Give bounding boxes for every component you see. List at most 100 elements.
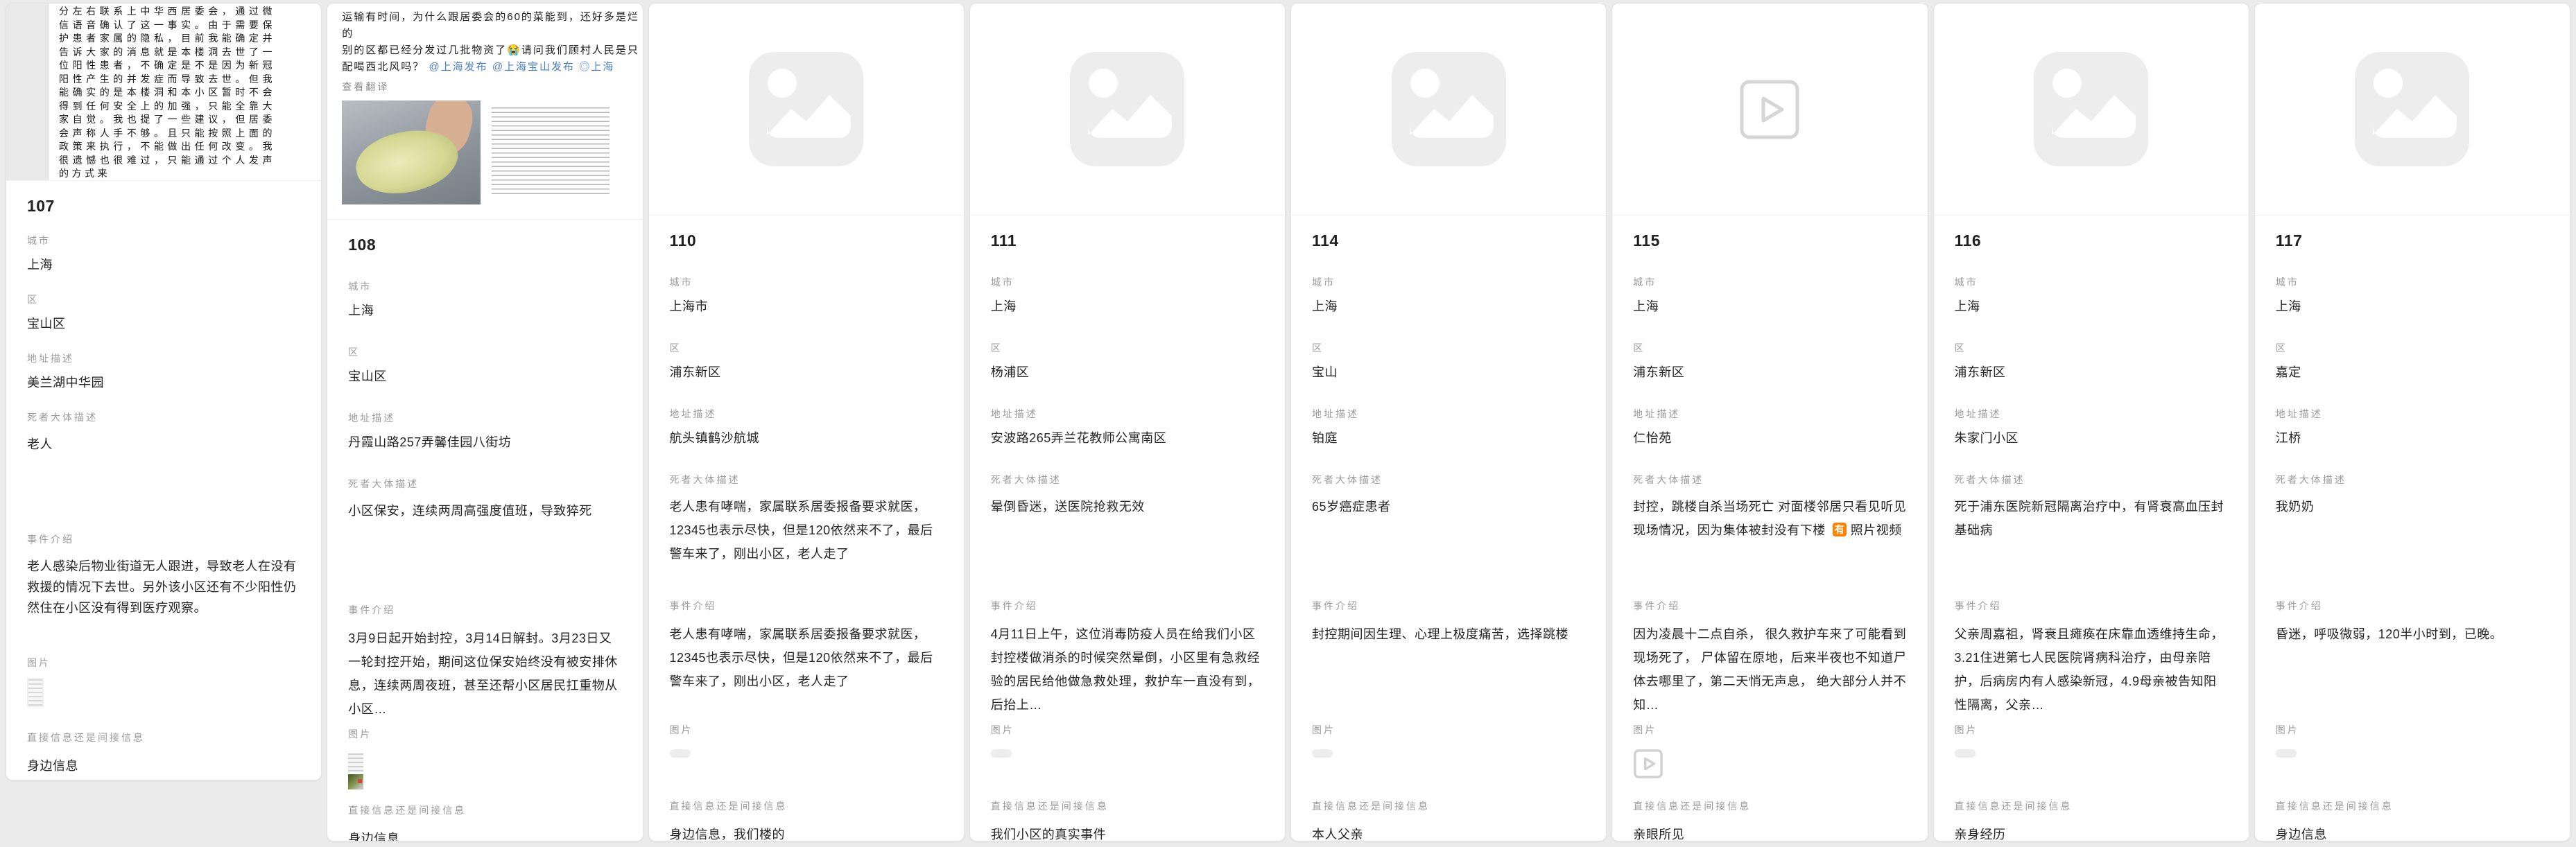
field-event: 事件介绍 老人患有哮喘，家属联系居委报备要求就医，12345也表示尽快，但是12…: [670, 599, 943, 717]
incident-card[interactable]: 110 城市 上海市 区 浦东新区 地址描述 航头镇鹤沙航城 死者大体描述 老人…: [648, 3, 965, 841]
field-deceased-label: 死者大体描述: [348, 477, 621, 491]
field-city-value: 上海: [1312, 297, 1585, 316]
image-thumb-row: [670, 749, 943, 799]
card-number: 108: [348, 236, 621, 254]
field-district: 区 浦东新区: [670, 341, 943, 382]
image-thumb-row: [27, 678, 300, 713]
field-direct-label: 直接信息还是间接信息: [27, 731, 300, 744]
field-city-label: 城市: [1955, 275, 2228, 289]
field-image: 图片: [1955, 723, 2228, 799]
field-district: 区 浦东新区: [1633, 341, 1906, 382]
field-event: 事件介绍 因为凌晨十二点自杀， 很久救护车来了可能看到现场死了， 尸体留在原地，…: [1633, 599, 1906, 717]
cards-row: 分左右联系上中华西居委会，通过微信语音确认了这一事实。由于需要保护患者家属的隐私…: [0, 0, 2576, 844]
field-address-value: 铂庭: [1312, 429, 1585, 448]
card-media[interactable]: [1612, 3, 1927, 216]
field-district-value: 浦东新区: [670, 363, 943, 382]
incident-card[interactable]: 分左右联系上中华西居委会，通过微信语音确认了这一事实。由于需要保护患者家属的隐私…: [6, 3, 322, 780]
card-media[interactable]: [649, 3, 964, 216]
field-event-label: 事件介绍: [1312, 599, 1585, 613]
incident-card[interactable]: 116 城市 上海 区 浦东新区 地址描述 朱家门小区 死者大体描述 死于浦东医…: [1933, 3, 2249, 841]
empty-attachment-pill[interactable]: [991, 749, 1012, 758]
incident-card[interactable]: 117 城市 上海 区 嘉定 地址描述 江桥 死者大体描述 我奶奶 事件介绍 昏…: [2254, 3, 2570, 841]
has-media-badge: 有: [1833, 523, 1847, 536]
image-placeholder-icon: [2034, 52, 2148, 166]
field-deceased-value: 晕倒昏迷，送医院抢救无效: [991, 495, 1264, 599]
empty-attachment-pill[interactable]: [670, 749, 691, 758]
field-district-label: 区: [991, 341, 1264, 355]
field-deceased-label: 死者大体描述: [27, 410, 300, 424]
incident-card[interactable]: 115 城市 上海 区 浦东新区 地址描述 仁怡苑 死者大体描述 封控，跳楼自杀…: [1611, 3, 1928, 841]
field-image-label: 图片: [2276, 723, 2549, 737]
field-district-value: 嘉定: [2276, 363, 2549, 382]
card-number: 114: [1312, 232, 1585, 250]
field-direct-label: 直接信息还是间接信息: [1633, 799, 1906, 813]
mini-text-thumb[interactable]: [348, 753, 363, 771]
field-district-value: 杨浦区: [991, 363, 1264, 382]
field-address-label: 地址描述: [1312, 407, 1585, 421]
field-direct-value: 亲眼所见: [1633, 826, 1906, 841]
mini-screenshot-thumb[interactable]: [27, 678, 44, 707]
deceased-text: 晕倒昏迷，送医院抢救无效: [991, 500, 1145, 514]
card-media[interactable]: [970, 3, 1285, 216]
card-body: 110 城市 上海市 区 浦东新区 地址描述 航头镇鹤沙航城 死者大体描述 老人…: [649, 232, 964, 841]
rotten-cabbage-photo[interactable]: [342, 101, 481, 204]
field-city: 城市 上海: [991, 275, 1264, 316]
incident-card[interactable]: 运输有时间，为什么跟居委会的60的菜能到，还好多是烂的 别的区都已经分发过几批物…: [327, 3, 643, 841]
card-body: 107 城市 上海 区 宝山区 地址描述 美兰湖中华园 死者大体描述 老人 事件…: [6, 197, 321, 776]
field-image: 图片: [1633, 723, 1906, 799]
empty-attachment-pill[interactable]: [1312, 749, 1333, 758]
two-image-thumbs[interactable]: [348, 753, 621, 789]
field-district-value: 宝山区: [27, 315, 300, 333]
field-image: 图片: [670, 723, 943, 799]
tweet-mentions[interactable]: @上海发布 @上海宝山发布 ◎上海: [429, 61, 614, 73]
image-thumb-row: [348, 753, 621, 803]
mini-video-thumb[interactable]: [1633, 749, 1663, 778]
tweet-screenshot-thumbnail: 运输有时间，为什么跟居委会的60的菜能到，还好多是烂的 别的区都已经分发过几批物…: [327, 3, 642, 219]
dense-text-thumbnail[interactable]: [485, 101, 616, 204]
card-media[interactable]: 运输有时间，为什么跟居委会的60的菜能到，还好多是烂的 别的区都已经分发过几批物…: [327, 3, 642, 220]
field-city: 城市 上海: [27, 234, 300, 274]
field-district: 区 宝山: [1312, 341, 1585, 382]
card-media[interactable]: 分左右联系上中华西居委会，通过微信语音确认了这一事实。由于需要保护患者家属的隐私…: [6, 3, 321, 181]
deceased-text: 死于浦东医院新冠隔离治疗中，有肾衰高血压封基础病: [1955, 500, 2224, 537]
mini-photo-thumb[interactable]: [348, 774, 363, 789]
field-district: 区 嘉定: [2276, 341, 2549, 382]
empty-attachment-pill[interactable]: [2276, 749, 2297, 758]
field-direct-value: 身边信息: [2276, 826, 2549, 841]
field-city-value: 上海市: [670, 297, 943, 316]
incident-card[interactable]: 111 城市 上海 区 杨浦区 地址描述 安波路265弄兰花教师公寓南区 死者大…: [969, 3, 1286, 841]
card-number: 110: [670, 232, 943, 250]
field-address: 地址描述 航头镇鹤沙航城: [670, 407, 943, 448]
field-city-label: 城市: [991, 275, 1264, 289]
card-media[interactable]: [1291, 3, 1606, 216]
field-address-value: 江桥: [2276, 429, 2549, 448]
field-direct: 直接信息还是间接信息 亲身经历: [1955, 799, 2228, 841]
field-deceased-label: 死者大体描述: [670, 473, 943, 487]
image-placeholder-icon: [2355, 52, 2469, 166]
field-image-label: 图片: [27, 656, 300, 670]
field-deceased: 死者大体描述 我奶奶: [2276, 473, 2549, 599]
field-district-label: 区: [1633, 341, 1906, 355]
field-deceased-label: 死者大体描述: [1633, 473, 1906, 487]
field-image: 图片: [991, 723, 1264, 799]
card-number: 115: [1633, 232, 1906, 250]
field-deceased: 死者大体描述 老人患有哮喘，家属联系居委报备要求就医，12345也表示尽快，但是…: [670, 473, 943, 599]
card-media[interactable]: [1934, 3, 2249, 216]
field-address-label: 地址描述: [2276, 407, 2549, 421]
field-city-value: 上海: [1633, 297, 1906, 316]
field-city-value: 上海: [991, 297, 1264, 316]
card-media[interactable]: [2255, 3, 2570, 216]
field-deceased-label: 死者大体描述: [1955, 473, 2228, 487]
field-deceased-value: 小区保安，连续两周高强度值班，导致猝死: [348, 499, 621, 603]
field-district: 区 杨浦区: [991, 341, 1264, 382]
field-direct-value: 我们小区的真实事件: [991, 826, 1264, 841]
field-city: 城市 上海市: [670, 275, 943, 316]
view-translation-link[interactable]: 查看翻译: [342, 80, 632, 94]
field-image: 图片: [348, 727, 621, 803]
image-thumb-row: [1955, 749, 2228, 799]
field-city-value: 上海: [348, 302, 621, 320]
field-address: 地址描述 美兰湖中华园: [27, 351, 300, 392]
video-placeholder-icon: [1739, 79, 1800, 140]
incident-card[interactable]: 114 城市 上海 区 宝山 地址描述 铂庭 死者大体描述 65岁癌症患者 事件…: [1290, 3, 1607, 841]
empty-attachment-pill[interactable]: [1955, 749, 1976, 758]
